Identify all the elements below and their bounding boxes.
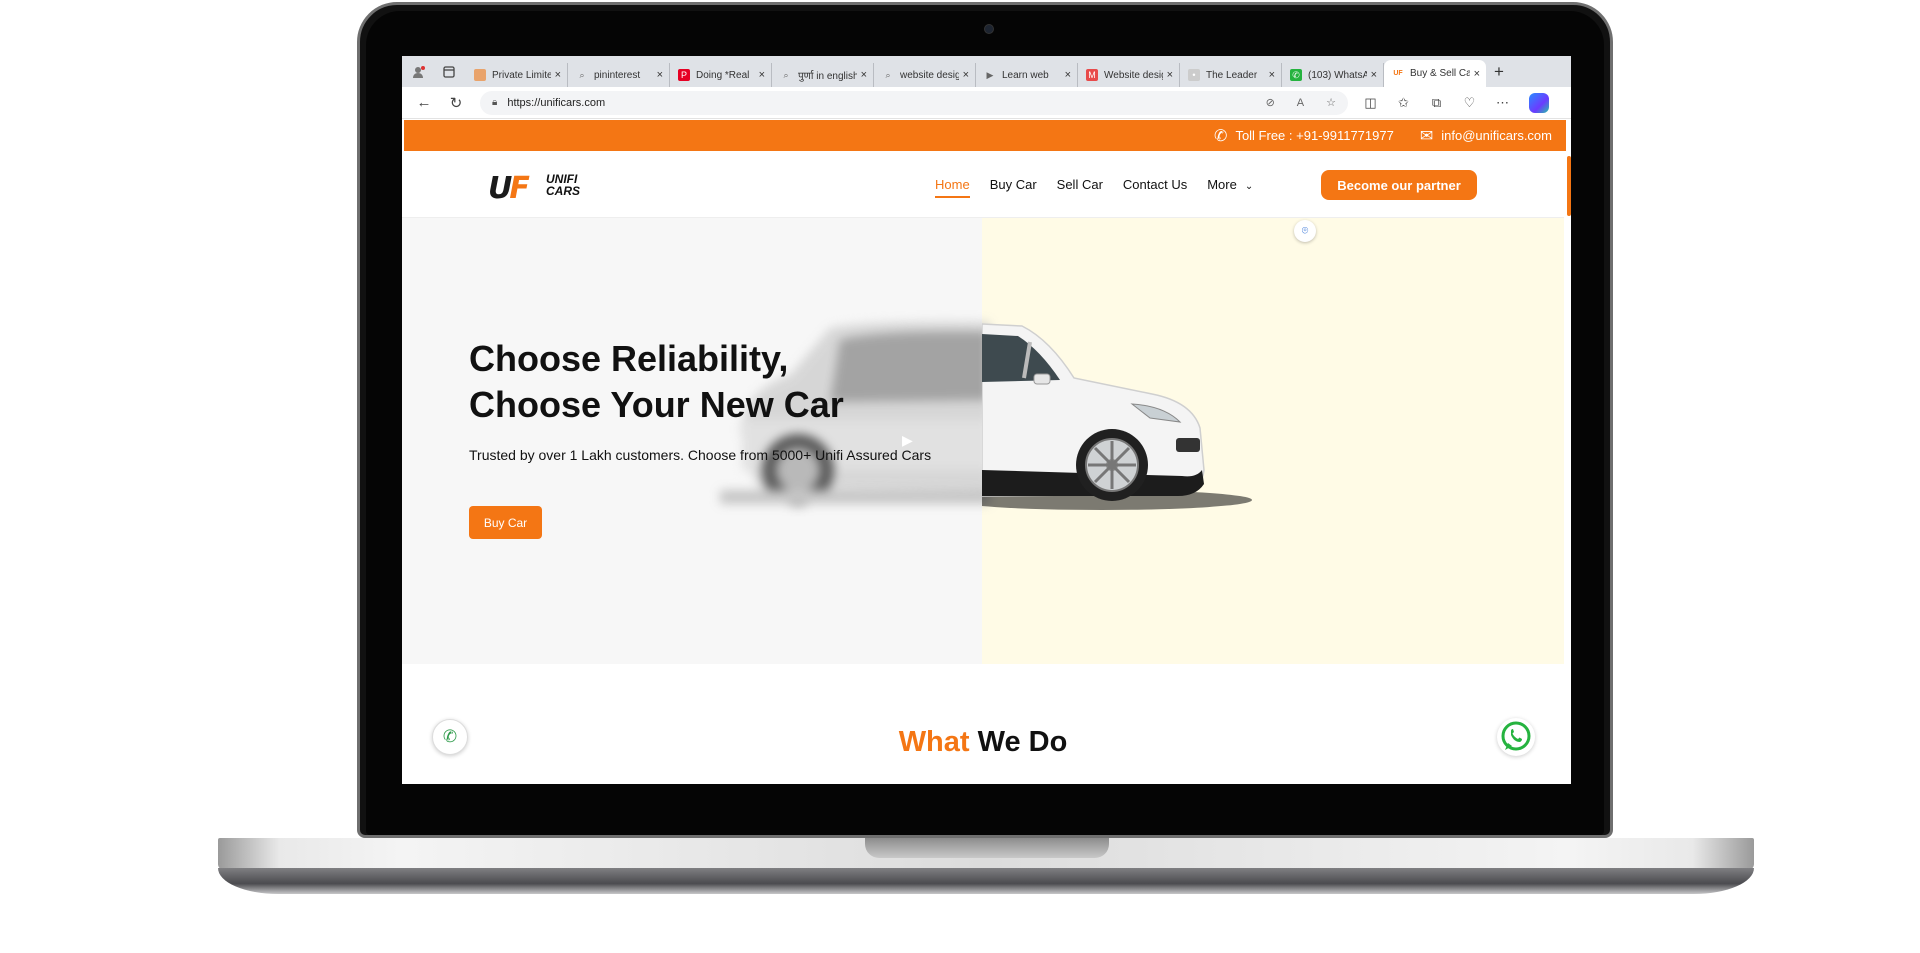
visual-search-icon[interactable]: ⌾	[1294, 220, 1316, 242]
collections-icon[interactable]: ⧉	[1420, 95, 1453, 111]
close-tab-icon[interactable]: ×	[1269, 69, 1275, 81]
whatsapp-icon: ✆	[1290, 69, 1302, 81]
tab-actions-icon[interactable]	[438, 61, 460, 83]
tab-bar: Private Limited × ⌕ pininterest × P Doing *Rea…	[402, 56, 1571, 87]
site-logo[interactable]: UF UNIFI CARS	[488, 167, 598, 206]
contact-strip: ✆ Toll Free : +91-9911771977 ✉ info@unif…	[404, 120, 1566, 151]
mail-icon: ✉	[1419, 127, 1434, 145]
close-tab-icon[interactable]: ×	[861, 69, 867, 81]
hero-subtitle: Trusted by over 1 Lakh customers. Choose…	[469, 447, 932, 463]
tab-title: Private Limited	[492, 69, 551, 81]
lock-icon: 🔒︎	[492, 97, 498, 108]
favorite-star-icon[interactable]: ☆	[1326, 96, 1336, 109]
back-button[interactable]: ←	[408, 94, 440, 111]
search-icon: ⌕	[579, 69, 585, 80]
url-field[interactable]: 🔒︎ https://unificars.com ⊘ A ☆	[480, 90, 1348, 115]
tracking-icon[interactable]: ⊘	[1266, 96, 1275, 109]
tab-title: (103) WhatsApp	[1308, 69, 1367, 81]
hero-buy-car-button[interactable]: Buy Car	[469, 506, 542, 539]
brand-icon: M	[1086, 69, 1098, 81]
browser-window: Private Limited × ⌕ pininterest × P Doing *Rea…	[402, 56, 1571, 784]
hero-banner: ▶ ⌾ Choose Reliability, Choose Your New …	[402, 218, 1564, 664]
unifi-icon: UF	[1393, 70, 1403, 77]
play-icon: ▶	[986, 69, 994, 80]
search-icon: ⌕	[783, 69, 789, 80]
close-tab-icon[interactable]: ×	[1474, 68, 1480, 80]
browser-tab[interactable]: ✆ (103) WhatsApp ×	[1282, 63, 1384, 87]
more-menu-icon[interactable]: ⋯	[1486, 95, 1519, 111]
read-aloud-icon[interactable]: A	[1297, 97, 1304, 109]
whatsapp-icon	[1501, 721, 1531, 751]
url-text: https://unificars.com	[507, 96, 606, 109]
tab-title: website design	[900, 69, 959, 81]
carousel-arrow-icon[interactable]: ▶	[902, 432, 913, 449]
favorites-icon[interactable]: ✩	[1387, 95, 1420, 111]
laptop-notch	[865, 838, 1109, 858]
browser-tab[interactable]: • The Leader ×	[1180, 63, 1282, 87]
tab-title: Doing *Real	[696, 69, 750, 81]
desktop-stage: Private Limited × ⌕ pininterest × P Doing *Rea…	[0, 0, 1920, 953]
email-link[interactable]: info@unificars.com	[1441, 128, 1552, 143]
tab-title: Buy & Sell Cars	[1410, 68, 1470, 79]
browser-tab[interactable]: UF Buy & Sell Cars ×	[1384, 60, 1486, 87]
profile-icon[interactable]	[408, 61, 430, 83]
browser-tab[interactable]: Private Limited ×	[466, 63, 568, 87]
tab-title: Website design	[1104, 69, 1163, 81]
reload-button[interactable]: ↻	[440, 94, 472, 112]
close-tab-icon[interactable]: ×	[1065, 69, 1071, 81]
tab-title: pininterest	[594, 69, 641, 81]
toll-free-link[interactable]: Toll Free : +91-9911771977	[1235, 128, 1393, 143]
phone-icon: ✆	[1214, 127, 1228, 145]
whatsapp-float-button[interactable]	[1497, 718, 1535, 756]
browser-tab[interactable]: P Doing *Real ×	[670, 63, 772, 87]
tab-title: Learn web	[1002, 69, 1049, 81]
close-tab-icon[interactable]: ×	[963, 69, 969, 81]
hero-heading: Choose Reliability, Choose Your New Car	[469, 338, 844, 425]
browser-tab[interactable]: ⌕ pininterest ×	[568, 63, 670, 87]
search-icon: ⌕	[885, 69, 891, 80]
camera-icon	[984, 24, 994, 34]
close-tab-icon[interactable]: ×	[555, 69, 561, 81]
close-tab-icon[interactable]: ×	[1167, 69, 1173, 81]
logo-wordmark: UNIFI CARS	[546, 172, 581, 198]
close-tab-icon[interactable]: ×	[657, 69, 663, 81]
close-tab-icon[interactable]: ×	[1371, 69, 1377, 81]
extensions-icon[interactable]: ♡	[1453, 95, 1486, 111]
call-float-button[interactable]: ✆	[432, 719, 468, 755]
browser-tab[interactable]: ⌕ पुर्णा in english ×	[772, 63, 874, 87]
copilot-icon[interactable]	[1529, 92, 1549, 113]
pinterest-icon: P	[678, 69, 690, 81]
nav-contact-us[interactable]: Contact Us	[1123, 177, 1187, 192]
split-screen-icon[interactable]: ◫	[1354, 95, 1387, 111]
tab-title: The Leader	[1206, 69, 1258, 81]
chevron-down-icon: ⌄	[1244, 181, 1254, 192]
browser-tab[interactable]: ⌕ website design ×	[874, 63, 976, 87]
doc-icon	[474, 69, 486, 81]
new-tab-button[interactable]: +	[1486, 62, 1512, 82]
laptop-base-lip	[218, 868, 1754, 894]
site-icon: •	[1188, 69, 1200, 81]
page-scrollbar[interactable]	[1567, 156, 1571, 216]
what-we-do-heading: What We Do	[898, 726, 1068, 758]
car-image	[982, 323, 1252, 510]
site-header: UF UNIFI CARS Home Buy Car Sell Car Cont…	[402, 151, 1564, 218]
tab-title: पुर्णा in english	[798, 71, 857, 82]
browser-tab[interactable]: ▶ Learn web ×	[976, 63, 1078, 87]
main-nav: Home Buy Car Sell Car Contact Us More ⌄	[935, 151, 1273, 218]
close-tab-icon[interactable]: ×	[759, 69, 765, 81]
address-bar: ← ↻ 🔒︎ https://unificars.com ⊘ A ☆ ◫ ✩ ⧉…	[402, 87, 1571, 119]
browser-tab[interactable]: M Website design ×	[1078, 63, 1180, 87]
become-partner-button[interactable]: Become our partner	[1321, 170, 1477, 200]
nav-sell-car[interactable]: Sell Car	[1057, 177, 1103, 192]
nav-home[interactable]: Home	[935, 177, 970, 198]
logo-mark: UF	[488, 171, 530, 206]
nav-more[interactable]: More ⌄	[1207, 177, 1253, 192]
nav-buy-car[interactable]: Buy Car	[990, 177, 1037, 192]
